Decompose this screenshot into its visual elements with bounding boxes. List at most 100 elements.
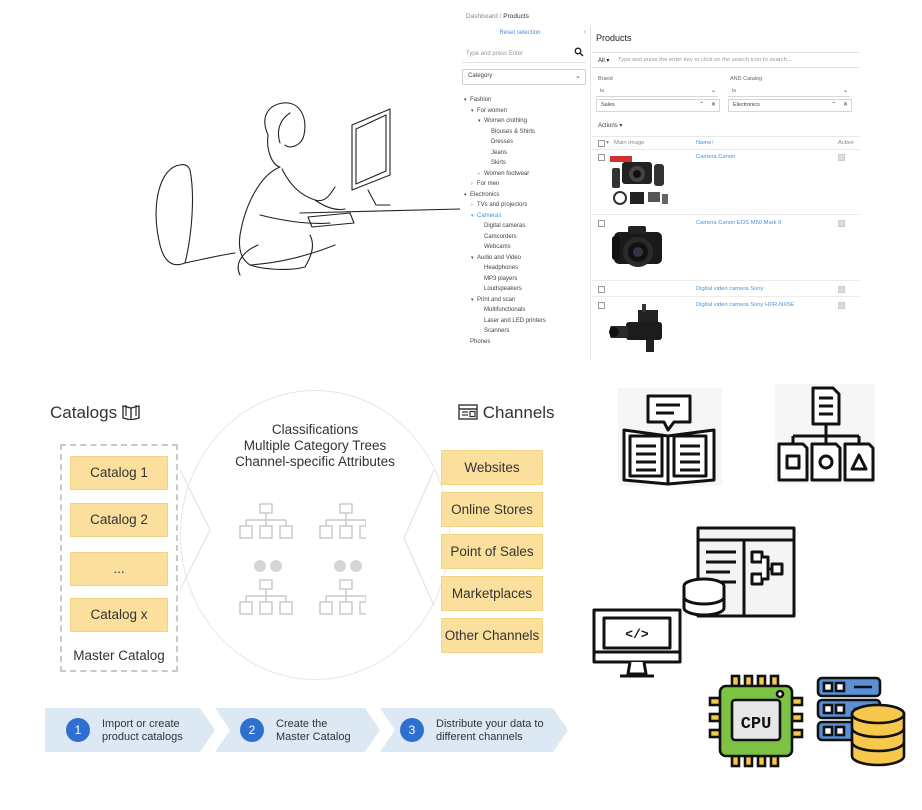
person-at-computer-illustration bbox=[155, 102, 460, 276]
cpu-chip-icon: CPU bbox=[708, 674, 804, 768]
catalogs-heading: Catalogs bbox=[50, 403, 140, 423]
step-text-line: Create the bbox=[276, 718, 328, 730]
tree-node[interactable]: Scanners bbox=[484, 327, 509, 335]
product-search-bar[interactable]: All ▾ Type and press the enter key or cl… bbox=[592, 52, 860, 68]
active-indicator bbox=[838, 220, 845, 227]
catalog-card: Catalog 2 bbox=[70, 503, 168, 537]
code-icon: </> bbox=[625, 627, 649, 642]
tree-node-label: Webcams bbox=[484, 244, 511, 250]
tree-node-label: Skirts bbox=[491, 160, 506, 166]
tree-node-label: Fashion bbox=[470, 97, 492, 103]
chevron-up-icon[interactable]: ⌃ bbox=[699, 101, 704, 108]
step-text: Distribute your data to different channe… bbox=[436, 718, 544, 744]
filter-brand-operator-value: is bbox=[600, 88, 604, 94]
tree-node[interactable]: Headphones bbox=[484, 264, 518, 272]
tree-node[interactable]: ▾ Audio and Video bbox=[471, 254, 521, 262]
tree-node[interactable]: ▾ Cameras bbox=[471, 212, 501, 220]
column-main-image[interactable]: Main Image bbox=[614, 140, 644, 146]
sort-chevron-icon[interactable]: ▾ bbox=[606, 140, 609, 146]
row-checkbox[interactable] bbox=[598, 302, 605, 309]
tree-node[interactable]: Jeans bbox=[491, 149, 507, 157]
filter-brand-value-text: Sales bbox=[601, 102, 615, 108]
tree-node[interactable]: Webcams bbox=[484, 243, 511, 251]
table-row[interactable]: Camera Canon EOS M50 Mark II bbox=[592, 216, 860, 281]
clear-icon[interactable]: ✕ bbox=[711, 101, 716, 108]
table-row[interactable]: Digital video camera Sony HXR-NX5E bbox=[592, 298, 860, 360]
tree-node-label: Cameras bbox=[477, 212, 502, 219]
tree-node-label: Loudspeakers bbox=[484, 286, 522, 292]
tree-node[interactable]: Dresses bbox=[491, 138, 513, 146]
step-number: 1 bbox=[66, 718, 90, 742]
classification-text: Classifications Multiple Category Trees … bbox=[210, 422, 420, 470]
tree-node[interactable]: Camcorders bbox=[484, 233, 517, 241]
tree-node[interactable]: › TVs and projectors bbox=[471, 201, 527, 209]
reset-selection-link[interactable]: Reset selection bbox=[458, 30, 582, 36]
search-icon[interactable] bbox=[574, 47, 584, 57]
catalog-card: Catalog 1 bbox=[70, 456, 168, 490]
table-row[interactable]: Digital video camera Sony bbox=[592, 282, 860, 297]
filter-brand-operator[interactable]: is ⌄ bbox=[596, 86, 718, 97]
select-all-checkbox[interactable] bbox=[598, 140, 605, 147]
tree-node[interactable]: ▾ Print and scan bbox=[471, 296, 515, 304]
column-active[interactable]: Active bbox=[838, 140, 854, 146]
tree-node-label: Digital cameras bbox=[484, 223, 526, 229]
chevron-up-icon[interactable]: ⌃ bbox=[831, 101, 836, 108]
column-name[interactable]: Name↑ bbox=[696, 140, 714, 146]
tree-node-label: For women bbox=[477, 107, 508, 114]
filter-brand-label: Brand bbox=[598, 76, 613, 82]
tree-node[interactable]: Skirts bbox=[491, 159, 506, 167]
breadcrumb-dashboard[interactable]: Dashboard bbox=[466, 13, 498, 20]
filter-catalog-value[interactable]: Electronics ⌃ ✕ bbox=[728, 99, 852, 112]
sidebar-search-input[interactable]: Type and press Enter bbox=[462, 46, 586, 63]
tree-node[interactable]: ▾ Electronics bbox=[464, 191, 499, 199]
step-text-line: different channels bbox=[436, 731, 523, 743]
filter-brand-value[interactable]: Sales ⌃ ✕ bbox=[596, 99, 720, 112]
tree-node-label: Blouses & Shirts bbox=[491, 128, 536, 135]
tree-node[interactable]: MP3 players bbox=[484, 275, 517, 283]
product-name-link[interactable]: Digital video camera Sony HXR-NX5E bbox=[696, 302, 794, 308]
row-checkbox[interactable] bbox=[598, 154, 605, 161]
channel-card: Websites bbox=[441, 450, 543, 485]
category-tree-icons bbox=[239, 503, 366, 615]
product-name-link[interactable]: Camera Canon EOS M50 Mark II bbox=[696, 220, 781, 226]
tree-node-label: Audio and Video bbox=[477, 254, 521, 261]
collapse-sidebar-icon[interactable]: ‹ bbox=[584, 29, 586, 36]
product-name-link[interactable]: Digital video camera Sony bbox=[696, 286, 763, 292]
tree-node[interactable]: Loudspeakers bbox=[484, 285, 522, 293]
tree-node[interactable]: › Women footwear bbox=[478, 170, 529, 178]
tree-node[interactable]: Laser and LED printers bbox=[484, 317, 546, 325]
row-checkbox[interactable] bbox=[598, 220, 605, 227]
filter-catalog-value-text: Electronics bbox=[733, 102, 760, 108]
product-name-link[interactable]: Camera Canon bbox=[696, 154, 735, 160]
channel-attributes-line: Channel-specific Attributes bbox=[235, 454, 395, 469]
step-number: 2 bbox=[240, 718, 264, 742]
product-admin-screenshot: Dashboard / Products Reset selection ‹ T… bbox=[458, 0, 862, 360]
tree-node[interactable]: ▾ Women clothing bbox=[478, 117, 527, 125]
filter-catalog-operator[interactable]: is ⌄ bbox=[728, 86, 850, 97]
cpu-label: CPU bbox=[741, 715, 772, 734]
tree-node[interactable]: › For men bbox=[471, 180, 499, 188]
tree-node-label: Camcorders bbox=[484, 233, 517, 240]
category-sidebar: Reset selection ‹ Type and press Enter C… bbox=[458, 26, 591, 360]
tree-node[interactable]: Phones bbox=[470, 338, 490, 346]
actions-dropdown[interactable]: Actions ▾ bbox=[598, 122, 622, 129]
category-select[interactable]: Category ⌄ bbox=[462, 69, 586, 85]
tree-node[interactable]: Multifunctionals bbox=[484, 306, 525, 314]
tree-node[interactable]: ▾ For women bbox=[471, 107, 507, 115]
search-scope-dropdown[interactable]: All ▾ bbox=[598, 57, 609, 64]
catalog-card: Catalog x bbox=[70, 598, 168, 632]
clear-icon[interactable]: ✕ bbox=[843, 101, 848, 108]
step-text: Import or create product catalogs bbox=[102, 718, 183, 744]
tree-node[interactable]: Blouses & Shirts bbox=[491, 128, 535, 136]
catalog-card: ... bbox=[70, 552, 168, 586]
tree-node-label: Print and scan bbox=[477, 296, 516, 303]
tree-node[interactable]: ▾ Fashion bbox=[464, 96, 491, 104]
table-row[interactable]: Camera Canon bbox=[592, 150, 860, 215]
tree-node-label: Women footwear bbox=[484, 170, 530, 177]
tree-node[interactable]: Digital cameras bbox=[484, 222, 525, 230]
row-checkbox[interactable] bbox=[598, 286, 605, 293]
products-panel: Products All ▾ Type and press the enter … bbox=[592, 26, 862, 360]
chevron-down-icon: ⌄ bbox=[710, 88, 716, 94]
tree-node-label: Dresses bbox=[491, 139, 514, 145]
page-title: Products bbox=[596, 33, 632, 43]
